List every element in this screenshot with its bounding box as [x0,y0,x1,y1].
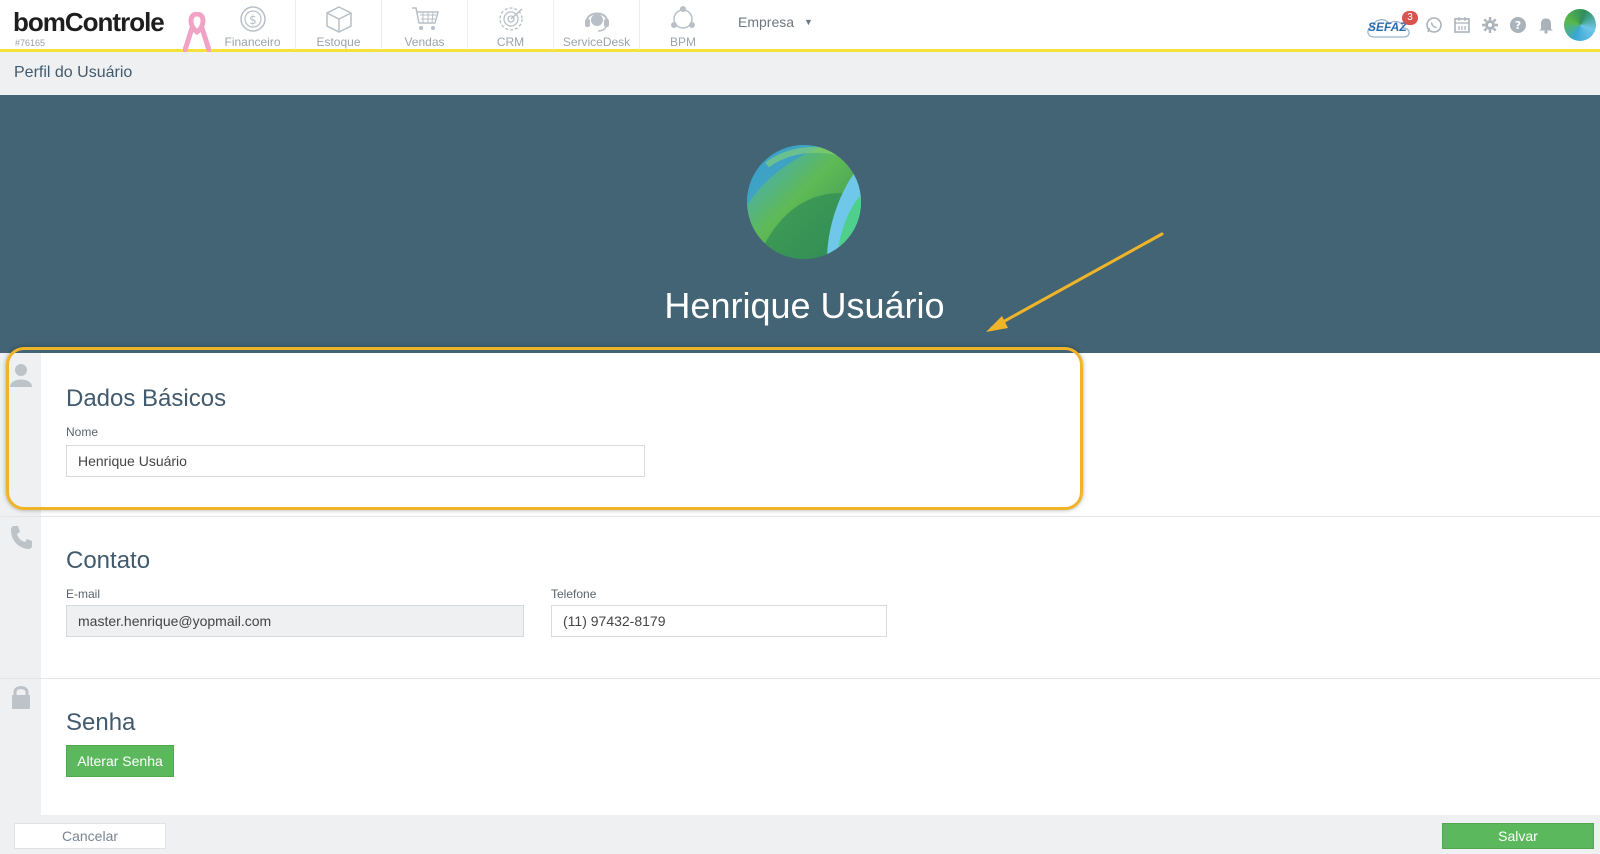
workflow-icon [671,6,695,29]
brand-name: bomControle [13,7,165,37]
profile-avatar[interactable] [747,145,861,259]
module-label: CRM [496,35,525,49]
module-vendas[interactable]: Vendas [382,0,468,50]
section-contact: Contato E-mail master.henrique@yopmail.c… [0,517,1600,679]
gear-icon [1482,17,1498,33]
module-estoque[interactable]: Estoque [296,0,382,50]
dollar-coin-icon: $ [239,6,266,32]
svg-text:?: ? [1515,19,1521,32]
section-basic-data: Dados Básicos Nome Henrique Usuário [0,353,1600,517]
profile-name: Henrique Usuário [664,285,945,326]
phone-label: Telefone [551,587,597,601]
module-financeiro[interactable]: $ Financeiro [210,0,296,50]
help-icon: ? [1510,17,1526,33]
bell-icon [1539,18,1553,34]
user-icon [10,364,32,387]
headset-icon [584,12,609,32]
caret-down-icon: ▼ [804,17,813,27]
lock-icon [12,686,30,709]
svg-text:$: $ [249,13,257,27]
calendar-button[interactable] [1448,11,1476,39]
module-label: Vendas [404,35,445,49]
cancel-button[interactable]: Cancelar [14,823,166,849]
settings-button[interactable] [1476,11,1504,39]
empresa-dropdown[interactable]: Empresa ▼ [738,14,813,30]
profile-form: Dados Básicos Nome Henrique Usuário Cont… [0,353,1600,815]
sefaz-button[interactable]: SEFAZ 3 [1364,10,1418,40]
top-navbar: bomControle #76165 $ Financeiro Estoque … [0,0,1600,52]
brand-account-id: #76165 [15,38,46,48]
module-label: Financeiro [224,35,281,49]
target-icon [498,7,523,31]
email-label: E-mail [66,587,101,601]
phone-icon [11,526,32,549]
phone-input[interactable]: (11) 97432-8179 [551,605,887,637]
page-title: Perfil do Usuário [14,64,133,81]
module-label: BPM [669,35,696,49]
empresa-label: Empresa [738,14,795,30]
profile-header: Henrique Usuário [0,95,1600,353]
sefaz-label: SEFAZ [1368,20,1407,34]
user-avatar[interactable] [1564,9,1596,41]
save-button[interactable]: Salvar [1442,823,1594,849]
breadcrumb: Perfil do Usuário [0,55,1600,95]
name-label: Nome [66,425,99,439]
section-title: Dados Básicos [66,385,227,412]
email-field: master.henrique@yopmail.com [66,605,524,637]
whatsapp-icon [1426,17,1442,33]
section-title: Contato [66,547,151,574]
brand-logo[interactable]: bomControle #76165 [13,8,183,50]
module-crm[interactable]: CRM [468,0,554,50]
module-bpm[interactable]: BPM [640,0,726,50]
form-footer: Cancelar Salvar [0,815,1600,854]
notification-badge: 3 [1402,11,1418,25]
shopping-cart-icon [411,7,439,30]
name-input[interactable]: Henrique Usuário [66,445,645,477]
module-nav: $ Financeiro Estoque Vendas CRM ServiceD… [210,0,726,52]
module-label: ServiceDesk [562,35,631,49]
module-servicedesk[interactable]: ServiceDesk [554,0,640,50]
notifications-button[interactable] [1532,11,1560,39]
section-title: Senha [66,709,136,736]
change-password-button[interactable]: Alterar Senha [66,745,174,777]
calendar-icon [1454,17,1470,33]
pink-ribbon-icon [183,12,211,52]
help-button[interactable]: ? [1504,11,1532,39]
section-password: Senha Alterar Senha [0,679,1600,815]
navbar-right-tools: SEFAZ 3 ? [1364,8,1600,42]
avatar-image [747,145,861,259]
module-label: Estoque [316,35,361,49]
whatsapp-button[interactable] [1420,11,1448,39]
box-icon [325,6,352,33]
